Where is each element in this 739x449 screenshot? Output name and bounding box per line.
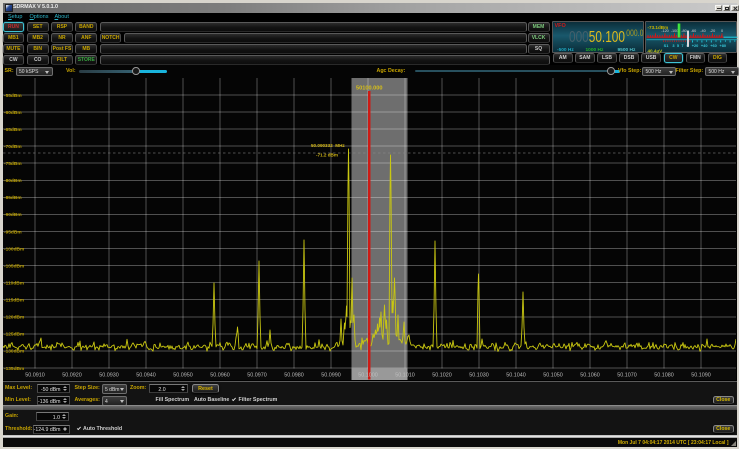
svg-text:-65dBm: -65dBm: [4, 127, 22, 133]
svg-text:50.0980: 50.0980: [284, 373, 304, 379]
svg-text:-80dBm: -80dBm: [4, 178, 22, 184]
svg-text:50.0920: 50.0920: [62, 373, 82, 379]
svg-text:-71.2 dBm: -71.2 dBm: [316, 153, 338, 158]
svg-text:50100.000: 50100.000: [356, 86, 382, 92]
svg-text:50.090332 MHz: 50.090332 MHz: [311, 143, 345, 148]
svg-text:5: 5: [676, 43, 679, 48]
svg-text:-120dBm: -120dBm: [4, 315, 24, 321]
svg-text:50.1030: 50.1030: [469, 373, 489, 379]
svg-text:-60: -60: [690, 29, 696, 33]
svg-text:S1: S1: [663, 43, 669, 48]
svg-text:50.1080: 50.1080: [654, 373, 674, 379]
svg-text:+80: +80: [719, 43, 726, 48]
svg-text:50.1090: 50.1090: [691, 373, 711, 379]
svg-text:-105dBm: -105dBm: [4, 263, 24, 269]
svg-text:50.1070: 50.1070: [617, 373, 637, 379]
svg-text:50.1050: 50.1050: [543, 373, 563, 379]
svg-text:-115dBm: -115dBm: [4, 298, 24, 304]
svg-text:-40: -40: [700, 29, 706, 33]
svg-text:3: 3: [672, 43, 675, 48]
svg-text:-110dBm: -110dBm: [4, 281, 24, 287]
svg-text:-125dBm: -125dBm: [4, 332, 24, 338]
svg-text:50.0970: 50.0970: [247, 373, 267, 379]
svg-text:50.1020: 50.1020: [432, 373, 452, 379]
svg-text:50.0930: 50.0930: [99, 373, 119, 379]
svg-text:50.0960: 50.0960: [210, 373, 230, 379]
svg-text:-75dBm: -75dBm: [4, 161, 22, 167]
svg-text:+40: +40: [700, 43, 707, 48]
svg-text:-95dBm: -95dBm: [4, 229, 22, 235]
svg-text:50.1060: 50.1060: [580, 373, 600, 379]
svg-text:7: 7: [681, 43, 683, 48]
svg-text:50.0950: 50.0950: [173, 373, 193, 379]
svg-text:50.0940: 50.0940: [136, 373, 156, 379]
svg-text:-85dBm: -85dBm: [4, 195, 22, 201]
svg-text:-130dBm: -130dBm: [4, 349, 24, 355]
svg-text:50.1040: 50.1040: [506, 373, 526, 379]
svg-text:+60: +60: [710, 43, 717, 48]
svg-text:-60dBm: -60dBm: [4, 110, 22, 116]
svg-text:50.0910: 50.0910: [25, 373, 45, 379]
svg-text:-80: -80: [681, 29, 687, 33]
svg-text:50.1010: 50.1010: [395, 373, 415, 379]
svg-text:50.1000: 50.1000: [358, 373, 378, 379]
svg-text:-20: -20: [709, 29, 715, 33]
svg-text:-70dBm: -70dBm: [4, 144, 22, 150]
svg-text:-90dBm: -90dBm: [4, 212, 22, 218]
svg-text:-100: -100: [670, 29, 678, 33]
svg-text:-55dBm: -55dBm: [4, 93, 22, 99]
svg-text:0: 0: [720, 29, 722, 33]
svg-text:50.0990: 50.0990: [321, 373, 341, 379]
svg-text:+20: +20: [691, 43, 698, 48]
svg-text:-100dBm: -100dBm: [4, 246, 24, 252]
svg-text:-135dBm: -135dBm: [4, 366, 24, 372]
svg-text:-120: -120: [661, 29, 669, 33]
